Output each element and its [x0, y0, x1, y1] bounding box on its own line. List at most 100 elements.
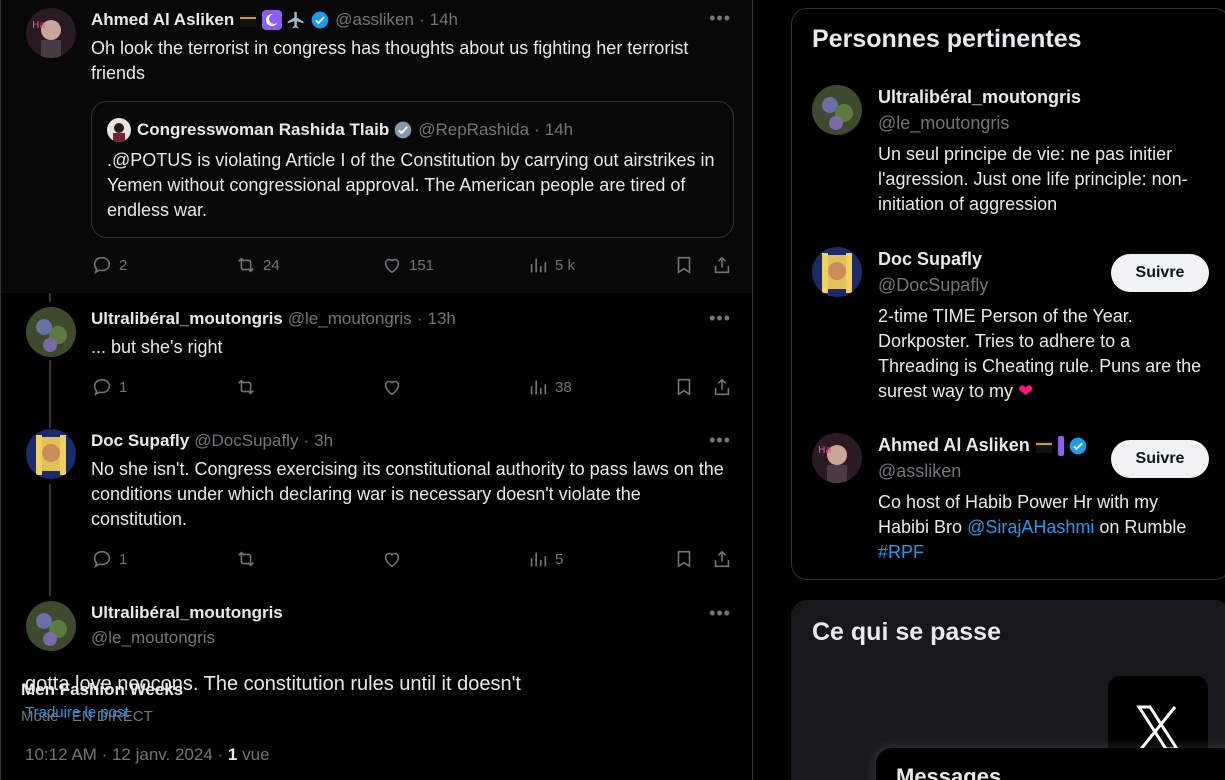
- x-logo-icon: [1136, 705, 1180, 751]
- avatar[interactable]: [812, 247, 862, 297]
- messages-title: Messages: [896, 764, 1002, 780]
- author-name[interactable]: Ultralibéral_moutongris: [91, 603, 283, 623]
- svg-text:Ha: Ha: [32, 20, 46, 31]
- person-name[interactable]: Doc Supafly: [878, 249, 982, 270]
- author-name[interactable]: Ultralibéral_moutongris: [91, 309, 283, 329]
- author-handle[interactable]: @le_moutongris: [288, 309, 412, 329]
- views-count: 5 k: [555, 256, 576, 274]
- like-button[interactable]: 151: [381, 254, 434, 276]
- repost-button[interactable]: [235, 376, 263, 398]
- tweet-text: Oh look the terrorist in congress has th…: [91, 38, 689, 83]
- avatar[interactable]: Ha: [26, 8, 76, 58]
- reply-icon: [93, 550, 111, 569]
- svg-text:Ha: Ha: [818, 445, 832, 456]
- airplane-icon: [286, 10, 306, 30]
- reply-count: 1: [119, 550, 128, 568]
- share-icon: [714, 378, 730, 396]
- verified-badge-icon: [310, 10, 330, 30]
- person-handle[interactable]: @DocSupafly: [878, 275, 988, 296]
- more-options-icon[interactable]: •••: [709, 430, 731, 451]
- tweet-docsupafly[interactable]: Doc Supafly @DocSupafly · 3h ••• No she …: [1, 415, 752, 590]
- follow-button[interactable]: Suivre: [1111, 254, 1209, 292]
- hashtag-link[interactable]: #RPF: [878, 542, 924, 562]
- reply-icon: [93, 378, 111, 397]
- quoted-tweet[interactable]: Congresswoman Rashida Tlaib @RepRashida …: [91, 101, 734, 238]
- kaaba-icon: [238, 12, 258, 28]
- like-count: 151: [409, 256, 435, 274]
- views-button[interactable]: 5: [527, 548, 563, 570]
- kaaba-icon: [1034, 438, 1054, 454]
- avatar[interactable]: [26, 601, 76, 651]
- repost-icon: [238, 379, 254, 395]
- quoted-post-time: 14h: [544, 120, 574, 139]
- trend-item-name[interactable]: Men Fashion Weeks: [21, 680, 183, 700]
- repost-count: 24: [263, 256, 280, 274]
- reply-button[interactable]: 1: [91, 376, 127, 398]
- view-count: 1: [227, 745, 238, 764]
- trends-title: Ce qui se passe: [812, 618, 1001, 646]
- more-options-icon[interactable]: •••: [709, 308, 731, 329]
- post-time[interactable]: 13h: [427, 309, 455, 329]
- views-chart-icon: [530, 258, 547, 273]
- share-button[interactable]: [711, 376, 733, 398]
- person-name[interactable]: Ultralibéral_moutongris: [878, 87, 1081, 108]
- view-label: vue: [242, 745, 270, 764]
- repost-button[interactable]: 24: [235, 254, 280, 276]
- mention-link[interactable]: @SirajAHashmi: [967, 517, 1094, 537]
- post-date[interactable]: 12 janv. 2024: [112, 745, 213, 764]
- author-handle[interactable]: @le_moutongris: [91, 628, 215, 648]
- author-name[interactable]: Ahmed Al Asliken: [91, 10, 234, 30]
- avatar[interactable]: [26, 307, 76, 357]
- reply-count: 2: [119, 256, 128, 274]
- like-button[interactable]: [381, 548, 409, 570]
- views-button[interactable]: 5 k: [527, 254, 575, 276]
- more-options-icon[interactable]: •••: [709, 603, 731, 624]
- relevant-people-title: Personnes pertinentes: [812, 25, 1082, 53]
- repost-icon: [238, 257, 254, 273]
- crescent-icon: [1057, 435, 1064, 456]
- dot-separator: ·: [416, 309, 423, 328]
- avatar[interactable]: [26, 429, 76, 479]
- person-name[interactable]: Ahmed Al Asliken: [878, 435, 1088, 456]
- person-handle[interactable]: @le_moutongris: [878, 113, 1009, 134]
- author-handle[interactable]: @DocSupafly: [194, 431, 298, 451]
- views-count: 5: [555, 550, 564, 568]
- bookmark-button[interactable]: [673, 376, 695, 398]
- share-button[interactable]: [711, 254, 733, 276]
- quoted-author-handle: @RepRashida: [418, 120, 530, 139]
- heart-icon: [384, 380, 400, 396]
- share-button[interactable]: [711, 548, 733, 570]
- dot-separator: ·: [62, 708, 72, 725]
- relevant-people-card: Personnes pertinentes Ultralibéral_mouto…: [791, 8, 1225, 580]
- bookmark-button[interactable]: [673, 548, 695, 570]
- tweet-ultraliberal[interactable]: Ultralibéral_moutongris @le_moutongris ·…: [1, 293, 752, 415]
- reply-button[interactable]: 2: [91, 254, 127, 276]
- avatar[interactable]: Ha: [812, 433, 862, 483]
- follow-button[interactable]: Suivre: [1111, 440, 1209, 478]
- repost-button[interactable]: [235, 548, 263, 570]
- tweet-text: ... but she's right: [91, 337, 223, 357]
- views-chart-icon: [530, 552, 547, 567]
- person-bio: Un seul principe de vie: ne pas initier …: [878, 144, 1188, 214]
- bookmark-icon: [677, 550, 691, 568]
- post-time[interactable]: 14h: [430, 10, 458, 30]
- views-button[interactable]: 38: [527, 376, 572, 398]
- views-chart-icon: [530, 380, 547, 395]
- bookmark-button[interactable]: [673, 254, 695, 276]
- post-time[interactable]: 10:12 AM: [25, 745, 97, 764]
- post-time[interactable]: 3h: [314, 431, 333, 451]
- author-name[interactable]: Doc Supafly: [91, 431, 189, 451]
- tweet-ahmed[interactable]: Ha Ahmed Al Asliken @assliken · 14h ••• …: [1, 0, 752, 293]
- avatar[interactable]: [812, 85, 862, 135]
- messages-drawer[interactable]: Messages: [876, 748, 1225, 780]
- more-options-icon[interactable]: •••: [709, 8, 731, 29]
- trend-item-meta: Mode · EN DIRECT: [21, 708, 153, 725]
- conversation-timeline: Ha Ahmed Al Asliken @assliken · 14h ••• …: [0, 0, 753, 780]
- author-handle[interactable]: @assliken: [335, 10, 414, 30]
- person-name-text[interactable]: Ahmed Al Asliken: [878, 435, 1030, 456]
- share-icon: [714, 256, 730, 274]
- reply-button[interactable]: 1: [91, 548, 127, 570]
- person-handle[interactable]: @assliken: [878, 461, 961, 482]
- verified-badge-icon: [393, 120, 413, 140]
- like-button[interactable]: [381, 376, 409, 398]
